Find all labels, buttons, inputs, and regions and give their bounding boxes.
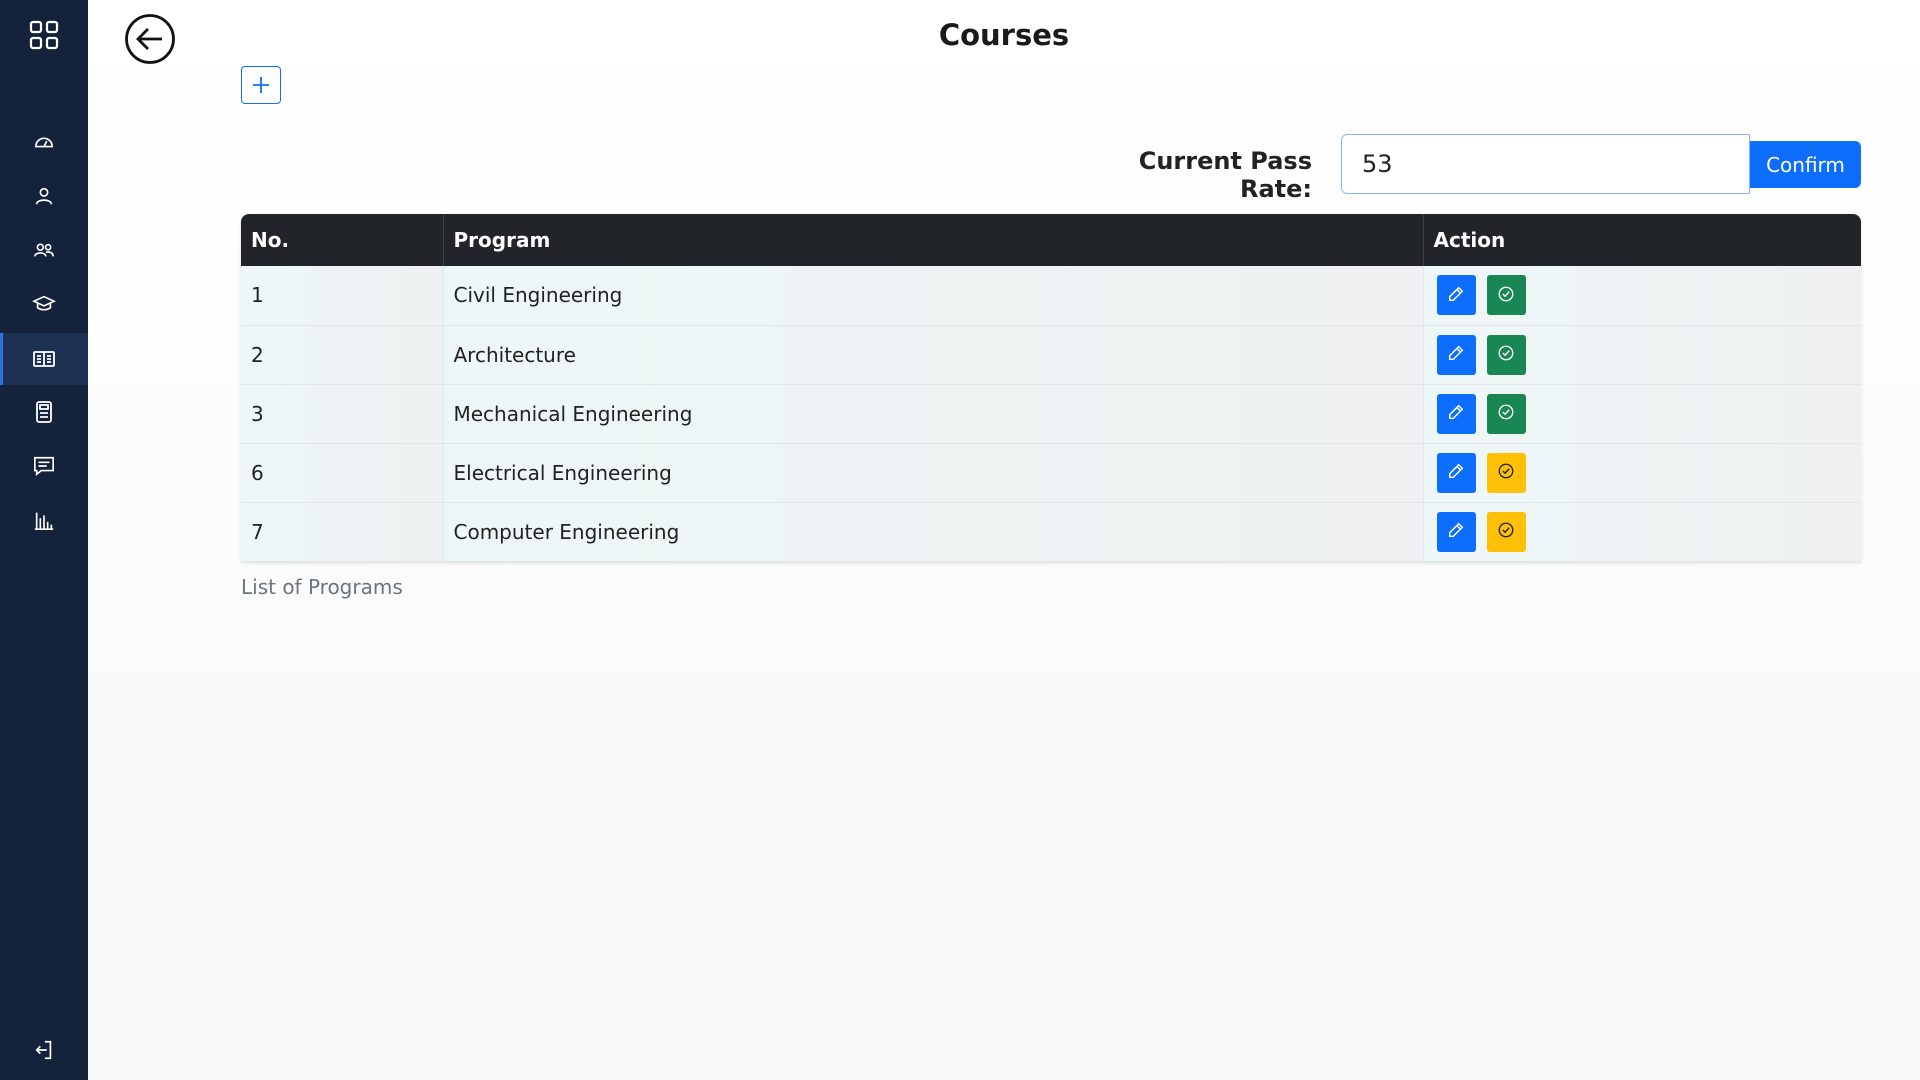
pass-rate-input[interactable] xyxy=(1341,134,1750,194)
action-group xyxy=(1434,452,1852,493)
status-button[interactable] xyxy=(1486,275,1526,316)
row-number: 7 xyxy=(241,502,444,562)
action-group xyxy=(1434,393,1852,434)
table-header-row: No. Program Action xyxy=(241,214,1861,266)
row-actions xyxy=(1423,384,1861,444)
row-program: Computer Engineering xyxy=(443,502,1424,562)
action-group xyxy=(1434,511,1852,552)
row-number: 1 xyxy=(241,266,444,326)
pass-rate-label: Current Pass Rate: xyxy=(1138,147,1312,203)
status-button[interactable] xyxy=(1486,393,1526,434)
status-button[interactable] xyxy=(1486,334,1526,375)
person-icon[interactable] xyxy=(0,170,88,222)
programs-table: No. Program Action 1 Civil Engineering 2 Ar… xyxy=(241,214,1861,562)
row-actions xyxy=(1423,502,1861,562)
pencil-icon xyxy=(1447,403,1465,424)
pencil-icon xyxy=(1447,521,1465,542)
status-button[interactable] xyxy=(1486,452,1526,493)
row-actions xyxy=(1423,325,1861,385)
chat-icon[interactable] xyxy=(0,440,88,492)
action-group xyxy=(1434,275,1852,316)
gauge-icon[interactable] xyxy=(0,116,88,168)
row-program: Electrical Engineering xyxy=(443,443,1424,503)
row-program: Architecture xyxy=(443,325,1424,385)
row-number: 2 xyxy=(241,325,444,385)
page-title: Courses xyxy=(938,18,1070,52)
edit-button[interactable] xyxy=(1436,275,1476,316)
row-actions xyxy=(1423,443,1861,503)
edit-button[interactable] xyxy=(1436,393,1476,434)
logout-icon[interactable] xyxy=(0,1024,88,1076)
table-row: 1 Civil Engineering xyxy=(241,266,1861,326)
status-button[interactable] xyxy=(1486,511,1526,552)
check-circle-icon xyxy=(1497,403,1515,424)
row-program: Civil Engineering xyxy=(443,266,1424,326)
check-circle-icon xyxy=(1497,521,1515,542)
pencil-icon xyxy=(1447,285,1465,306)
pencil-icon xyxy=(1447,344,1465,365)
action-group xyxy=(1434,334,1852,375)
book-icon[interactable] xyxy=(0,333,88,385)
apps-grid-icon[interactable] xyxy=(0,9,88,61)
edit-button[interactable] xyxy=(1436,511,1476,552)
row-number: 3 xyxy=(241,384,444,444)
row-program: Mechanical Engineering xyxy=(443,384,1424,444)
table-row: 6 Electrical Engineering xyxy=(241,443,1861,503)
bar-chart-icon[interactable] xyxy=(0,494,88,546)
table-row: 3 Mechanical Engineering xyxy=(241,384,1861,444)
edit-button[interactable] xyxy=(1436,334,1476,375)
table-row: 7 Computer Engineering xyxy=(241,502,1861,562)
row-actions xyxy=(1423,266,1861,326)
pencil-icon xyxy=(1447,462,1465,483)
people-icon[interactable] xyxy=(0,224,88,276)
table-row: 2 Architecture xyxy=(241,325,1861,385)
mortarboard-icon[interactable] xyxy=(0,278,88,330)
edit-button[interactable] xyxy=(1436,452,1476,493)
check-circle-icon xyxy=(1497,462,1515,483)
confirm-button[interactable]: Confirm xyxy=(1750,141,1861,188)
calculator-icon[interactable] xyxy=(0,386,88,438)
check-circle-icon xyxy=(1497,344,1515,365)
header-program: Program xyxy=(443,214,1424,266)
check-circle-icon xyxy=(1497,285,1515,306)
plus-icon xyxy=(253,77,269,93)
header-no: No. xyxy=(241,214,444,266)
sidebar xyxy=(0,0,88,1080)
add-course-button[interactable] xyxy=(241,66,281,104)
row-number: 6 xyxy=(241,443,444,503)
header-action: Action xyxy=(1433,228,1506,252)
table-caption: List of Programs xyxy=(241,575,403,599)
